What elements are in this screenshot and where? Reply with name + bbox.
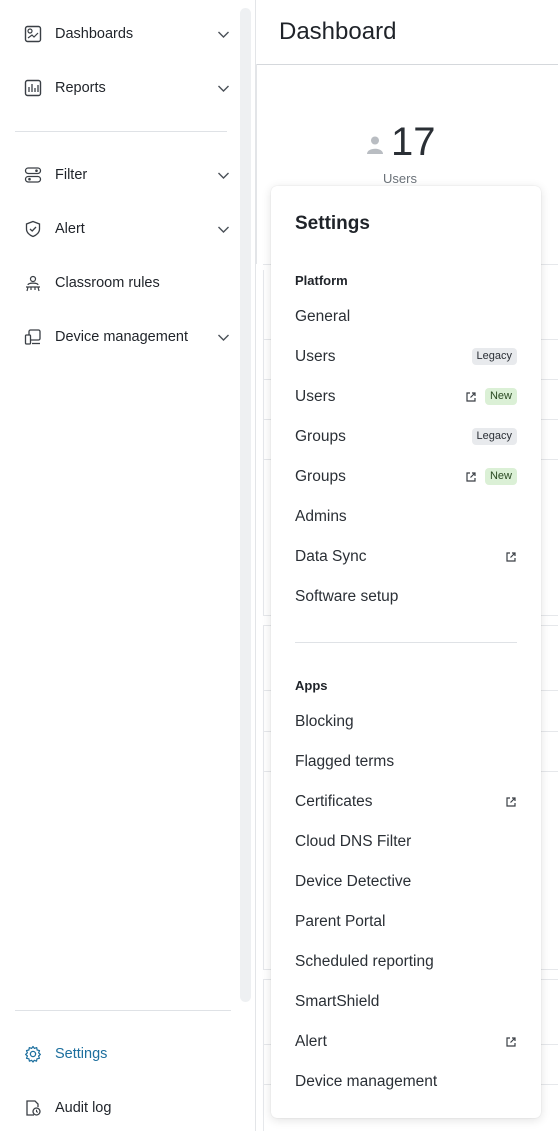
- settings-item-data-sync[interactable]: Data Sync: [271, 537, 541, 577]
- settings-item-label: Certificates: [295, 793, 373, 810]
- settings-item-general[interactable]: General: [271, 297, 541, 337]
- device-icon: [24, 329, 41, 345]
- chevron-down-icon[interactable]: [217, 82, 230, 95]
- sidebar-scrollbar[interactable]: [240, 8, 251, 1002]
- chevron-down-icon[interactable]: [217, 331, 230, 344]
- gear-icon: [25, 1045, 41, 1063]
- chevron-down-icon[interactable]: [217, 169, 230, 182]
- sidebar-item-classroom-rules[interactable]: Classroom rules: [0, 266, 240, 300]
- sidebar-divider: [15, 131, 227, 132]
- apps-section-label: Apps: [295, 678, 328, 693]
- legacy-badge: Legacy: [471, 348, 517, 365]
- settings-item-scheduled-reporting[interactable]: Scheduled reporting: [271, 942, 541, 982]
- settings-item-parent-portal[interactable]: Parent Portal: [271, 902, 541, 942]
- new-badge: New: [484, 468, 517, 485]
- page-title: Dashboard: [279, 18, 397, 45]
- settings-item-label: Scheduled reporting: [295, 953, 434, 970]
- sidebar-item-label: Device management: [55, 329, 188, 345]
- chevron-down-icon[interactable]: [217, 28, 230, 41]
- settings-divider: [295, 642, 517, 643]
- sidebar-item-filter[interactable]: Filter: [0, 158, 240, 192]
- settings-item-device-management[interactable]: Device management: [271, 1062, 541, 1102]
- settings-item-label: Device management: [295, 1073, 438, 1090]
- sidebar-item-label: Audit log: [55, 1100, 112, 1116]
- chevron-down-icon[interactable]: [217, 223, 230, 236]
- settings-item-label: Groups: [295, 428, 346, 445]
- settings-item-label: Flagged terms: [295, 753, 395, 770]
- background-card-edge: [263, 625, 264, 970]
- external-link-icon: [506, 552, 516, 562]
- settings-item-cloud-dns-filter[interactable]: Cloud DNS Filter: [271, 822, 541, 862]
- sidebar-item-label: Settings: [55, 1046, 108, 1062]
- settings-item-flagged-terms[interactable]: Flagged terms: [271, 742, 541, 782]
- platform-section-label: Platform: [295, 273, 348, 288]
- alert-shield-icon: [25, 220, 41, 238]
- sidebar-item-label: Dashboards: [55, 26, 134, 42]
- settings-popover: Settings Platform General Users Legacy U…: [271, 186, 541, 1118]
- settings-item-label: SmartShield: [295, 993, 380, 1010]
- settings-item-label: General: [295, 308, 351, 325]
- sidebar-item-label: Classroom rules: [55, 275, 160, 291]
- sidebar-item-label: Alert: [55, 221, 85, 237]
- external-link-icon: [506, 1037, 516, 1047]
- settings-item-certificates[interactable]: Certificates: [271, 782, 541, 822]
- settings-item-label: Software setup: [295, 588, 399, 605]
- settings-item-label: Data Sync: [295, 548, 367, 565]
- external-link-icon: [466, 472, 476, 482]
- settings-item-users-new[interactable]: Users New: [271, 377, 541, 417]
- settings-item-label: Admins: [295, 508, 347, 525]
- settings-item-software-setup[interactable]: Software setup: [271, 577, 541, 617]
- settings-item-label: Device Detective: [295, 873, 412, 890]
- stat-label: Users: [383, 171, 417, 186]
- sidebar-item-alert[interactable]: Alert: [0, 212, 240, 246]
- background-card-edge: [263, 270, 264, 615]
- settings-item-smartshield[interactable]: SmartShield: [271, 982, 541, 1022]
- new-badge: New: [484, 388, 517, 405]
- settings-item-label: Blocking: [295, 713, 354, 730]
- settings-item-label: Users: [295, 348, 336, 365]
- settings-item-blocking[interactable]: Blocking: [271, 702, 541, 742]
- settings-title: Settings: [295, 213, 370, 234]
- legacy-badge: Legacy: [471, 428, 517, 445]
- settings-item-users-legacy[interactable]: Users Legacy: [271, 337, 541, 377]
- settings-item-groups-legacy[interactable]: Groups Legacy: [271, 417, 541, 457]
- sidebar-bottom-divider: [15, 1010, 231, 1011]
- sidebar-item-label: Filter: [55, 167, 88, 183]
- sidebar-item-reports[interactable]: Reports: [0, 71, 240, 105]
- sidebar-item-settings[interactable]: Settings: [0, 1037, 240, 1071]
- settings-item-groups-new[interactable]: Groups New: [271, 457, 541, 497]
- background-card-edge: [263, 979, 264, 1131]
- dashboards-icon: [24, 25, 42, 43]
- settings-item-alert[interactable]: Alert: [271, 1022, 541, 1062]
- sidebar-item-device-management[interactable]: Device management: [0, 320, 240, 354]
- settings-item-label: Users: [295, 388, 336, 405]
- sidebar-item-label: Reports: [55, 80, 106, 96]
- sidebar-item-dashboards[interactable]: Dashboards: [0, 17, 240, 51]
- settings-item-label: Alert: [295, 1033, 327, 1050]
- external-link-icon: [466, 392, 476, 402]
- reports-icon: [24, 79, 42, 97]
- stat-value: 17: [391, 120, 436, 164]
- settings-item-device-detective[interactable]: Device Detective: [271, 862, 541, 902]
- settings-item-label: Parent Portal: [295, 913, 386, 930]
- classroom-icon: [26, 275, 40, 292]
- settings-item-label: Groups: [295, 468, 346, 485]
- user-icon: [367, 136, 383, 154]
- audit-log-icon: [26, 1100, 41, 1116]
- filter-icon: [24, 167, 42, 183]
- sidebar-item-audit-log[interactable]: Audit log: [0, 1091, 240, 1125]
- external-link-icon: [506, 797, 516, 807]
- settings-item-label: Cloud DNS Filter: [295, 833, 412, 850]
- sidebar: Dashboards Reports Filter Alert Classroo…: [0, 0, 256, 1131]
- settings-item-admins[interactable]: Admins: [271, 497, 541, 537]
